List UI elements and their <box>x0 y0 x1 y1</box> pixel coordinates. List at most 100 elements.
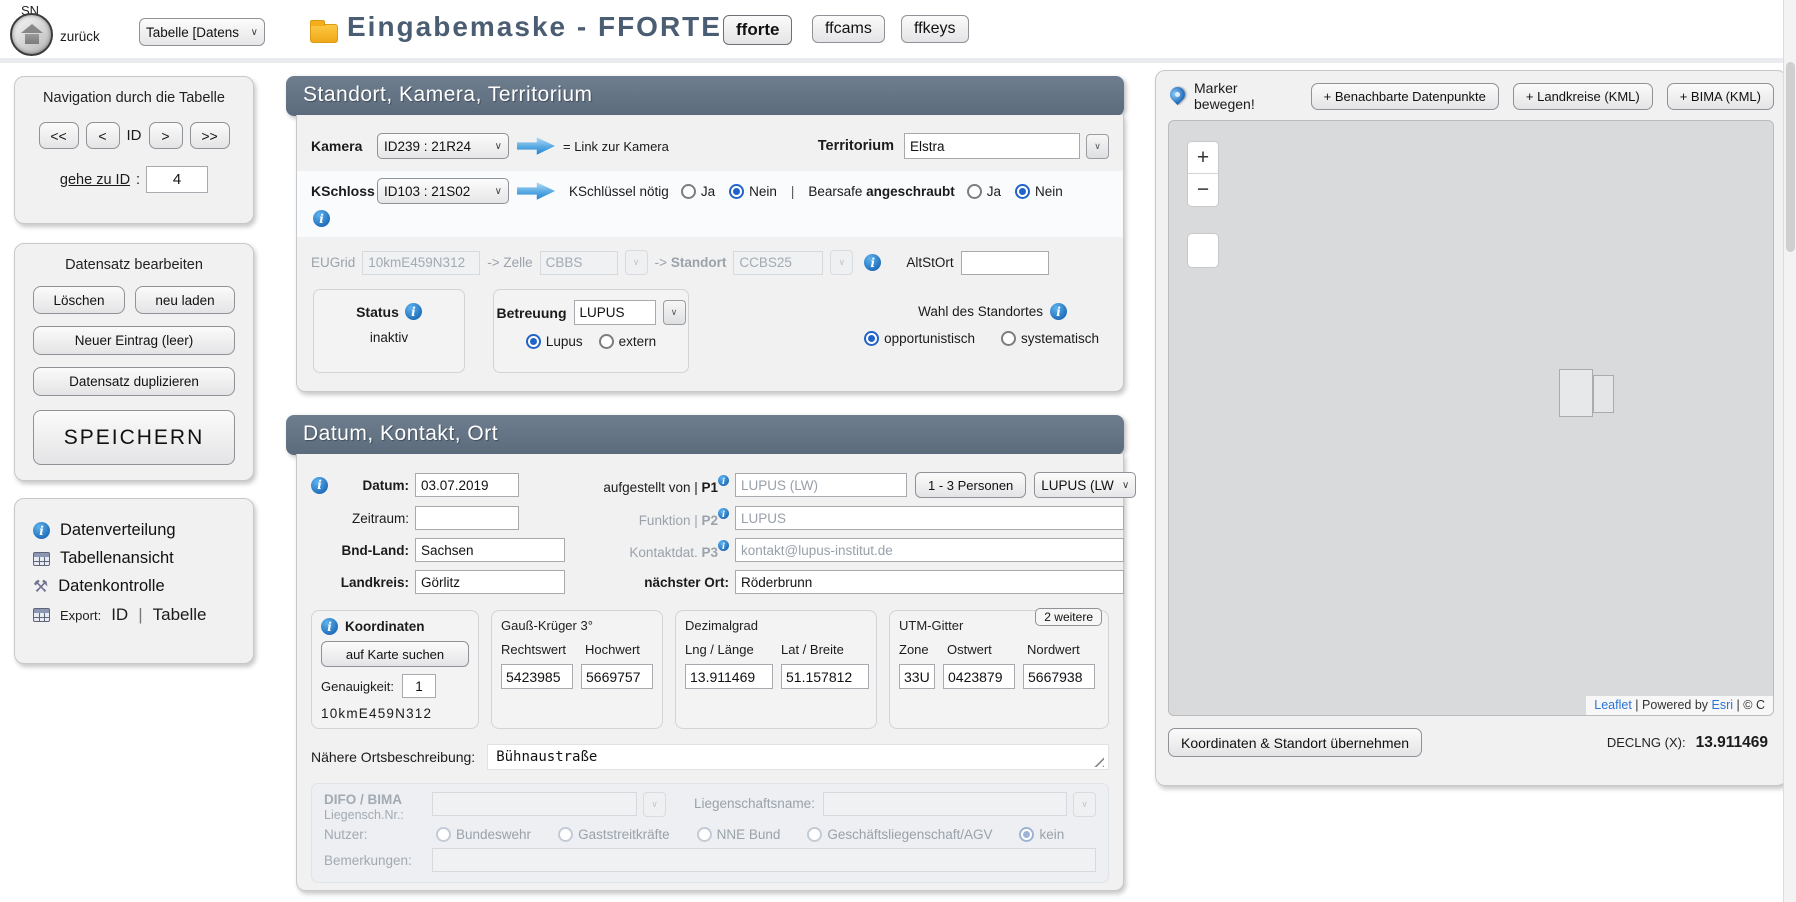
radio-on-icon <box>864 331 879 346</box>
goto-id-input[interactable] <box>146 166 208 193</box>
eugrid-label: EUGrid <box>311 255 355 270</box>
kschloss-select[interactable]: ID103 : 21S02 <box>377 178 509 204</box>
link-tabellenansicht[interactable]: Tabellenansicht <box>33 549 235 568</box>
prev-record-button[interactable]: < <box>86 122 120 149</box>
koordinaten-uebernehmen-button[interactable]: Koordinaten & Standort übernehmen <box>1168 728 1422 757</box>
goto-id-link[interactable]: gehe zu ID <box>60 172 130 188</box>
esri-link[interactable]: Esri <box>1712 698 1734 712</box>
table-select[interactable]: Tabelle [Datens <box>139 18 265 46</box>
p3-info-icon[interactable] <box>718 540 729 551</box>
kschluessel-ja-radio[interactable]: Ja <box>681 184 715 199</box>
attr-separator: | <box>1737 698 1740 712</box>
kschloss-link-arrow-icon[interactable] <box>517 181 555 201</box>
back-link[interactable]: zurück <box>60 29 100 44</box>
territorium-input[interactable] <box>904 133 1080 159</box>
hochwert-input[interactable] <box>581 664 653 689</box>
wahl-systematisch-radio[interactable]: systematisch <box>1001 331 1099 346</box>
radio-label: NNE Bund <box>717 827 781 842</box>
zoom-out-button[interactable]: − <box>1188 174 1218 206</box>
bearsafe-ja-radio[interactable]: Ja <box>967 184 1001 199</box>
app-button-ffkeys[interactable]: ffkeys <box>901 15 969 43</box>
landkreise-kml-button[interactable]: + Landkreise (KML) <box>1513 83 1653 110</box>
export-tabelle-link[interactable]: Tabelle <box>153 605 207 625</box>
gk-col1-label: Rechtswert <box>501 642 577 657</box>
scrollbar-thumb[interactable] <box>1786 62 1795 252</box>
kschluessel-nein-radio[interactable]: Nein <box>729 184 777 199</box>
personen-button[interactable]: 1 - 3 Personen <box>915 472 1026 498</box>
link-datenverteilung[interactable]: Datenverteilung <box>33 521 235 540</box>
radio-off-icon <box>599 334 614 349</box>
betreuung-lupus-radio[interactable]: Lupus <box>526 334 583 349</box>
kschloss-info-icon[interactable] <box>313 210 330 227</box>
camera-link-arrow-icon[interactable] <box>517 136 555 156</box>
zoom-in-button[interactable]: + <box>1188 142 1218 174</box>
genauigkeit-input[interactable] <box>402 674 436 698</box>
betreuung-extern-radio[interactable]: extern <box>599 334 657 349</box>
zelle-dropdown-button <box>625 250 648 275</box>
nordwert-input[interactable] <box>1023 664 1095 689</box>
ort-input[interactable] <box>735 570 1124 594</box>
duplicate-button[interactable]: Datensatz duplizieren <box>33 367 235 396</box>
dez-col2-label: Lat / Breite <box>781 642 844 657</box>
kamera-select[interactable]: ID239 : 21R24 <box>377 133 509 159</box>
landkreis-input[interactable] <box>415 570 565 594</box>
app-button-fforte[interactable]: fforte <box>723 15 792 45</box>
p1-info-icon[interactable] <box>718 475 729 486</box>
karte-suchen-button[interactable]: auf Karte suchen <box>321 641 469 667</box>
wahl-opportunistisch-radio[interactable]: opportunistisch <box>864 331 975 346</box>
radio-label: Lupus <box>546 334 583 349</box>
zelle-label: -> Zelle <box>487 255 532 270</box>
next-record-button[interactable]: > <box>149 122 183 149</box>
map-canvas[interactable]: + − Leaflet | Powered by Esri | © C <box>1168 120 1774 716</box>
new-entry-button[interactable]: Neuer Eintrag (leer) <box>33 326 235 355</box>
wahl-info-icon[interactable] <box>1050 303 1067 320</box>
datum-info-icon[interactable] <box>311 477 328 494</box>
altstort-input[interactable] <box>961 251 1049 275</box>
delete-button[interactable]: Löschen <box>33 286 125 314</box>
bndland-input[interactable] <box>415 538 565 562</box>
map-extra-control-button[interactable] <box>1187 233 1219 268</box>
leaflet-link[interactable]: Leaflet <box>1594 698 1632 712</box>
betreuung-input[interactable] <box>574 300 656 325</box>
territorium-dropdown-button[interactable] <box>1086 134 1109 159</box>
export-id-link[interactable]: ID <box>111 605 128 625</box>
app-button-ffcams[interactable]: ffcams <box>812 15 885 43</box>
standort-info-icon[interactable] <box>864 254 881 271</box>
p3-input[interactable] <box>735 538 1124 562</box>
folder-icon <box>310 24 338 43</box>
page-scrollbar[interactable] <box>1783 0 1796 902</box>
lat-input[interactable] <box>781 664 869 689</box>
zone-input[interactable] <box>899 664 935 689</box>
more-coords-button[interactable]: 2 weitere <box>1035 608 1102 626</box>
last-record-button[interactable]: >> <box>190 122 230 149</box>
kschluessel-label: KSchlüssel nötig <box>569 184 669 199</box>
p1-input[interactable] <box>735 473 907 497</box>
ortsbeschreibung-field[interactable]: Bühnaustraße <box>487 744 1109 770</box>
reload-button[interactable]: neu laden <box>135 286 235 314</box>
status-info-icon[interactable] <box>405 303 422 320</box>
ostwert-input[interactable] <box>943 664 1015 689</box>
p3-label: Kontaktdat. P3 <box>579 540 729 560</box>
bearsafe-nein-radio[interactable]: Nein <box>1015 184 1063 199</box>
lng-input[interactable] <box>685 664 773 689</box>
declng-label: DECLNG (X): <box>1607 735 1686 750</box>
declng-value: 13.911469 <box>1696 734 1768 752</box>
home-button[interactable] <box>10 13 53 56</box>
zeitraum-input[interactable] <box>415 506 519 530</box>
rechtswert-input[interactable] <box>501 664 573 689</box>
p2-info-icon[interactable] <box>718 508 729 519</box>
koordinaten-info-icon[interactable] <box>321 618 338 635</box>
radio-off-icon <box>436 827 451 842</box>
datum-input[interactable] <box>415 473 519 497</box>
p2-input[interactable] <box>735 506 1124 530</box>
p1-select[interactable]: LUPUS (LW <box>1034 472 1136 498</box>
first-record-button[interactable]: << <box>39 122 79 149</box>
benachbarte-datenpunkte-button[interactable]: + Benachbarte Datenpunkte <box>1311 83 1499 110</box>
ortsbeschreibung-value: Bühnaustraße <box>496 749 597 765</box>
link-datenkontrolle[interactable]: ⚒ Datenkontrolle <box>33 577 235 596</box>
betreuung-dropdown-button[interactable] <box>663 300 686 325</box>
save-button[interactable]: SPEICHERN <box>33 410 235 465</box>
resize-grip-icon[interactable] <box>1089 754 1104 767</box>
eugrid-input <box>362 251 480 275</box>
bima-kml-button[interactable]: + BIMA (KML) <box>1667 83 1774 110</box>
